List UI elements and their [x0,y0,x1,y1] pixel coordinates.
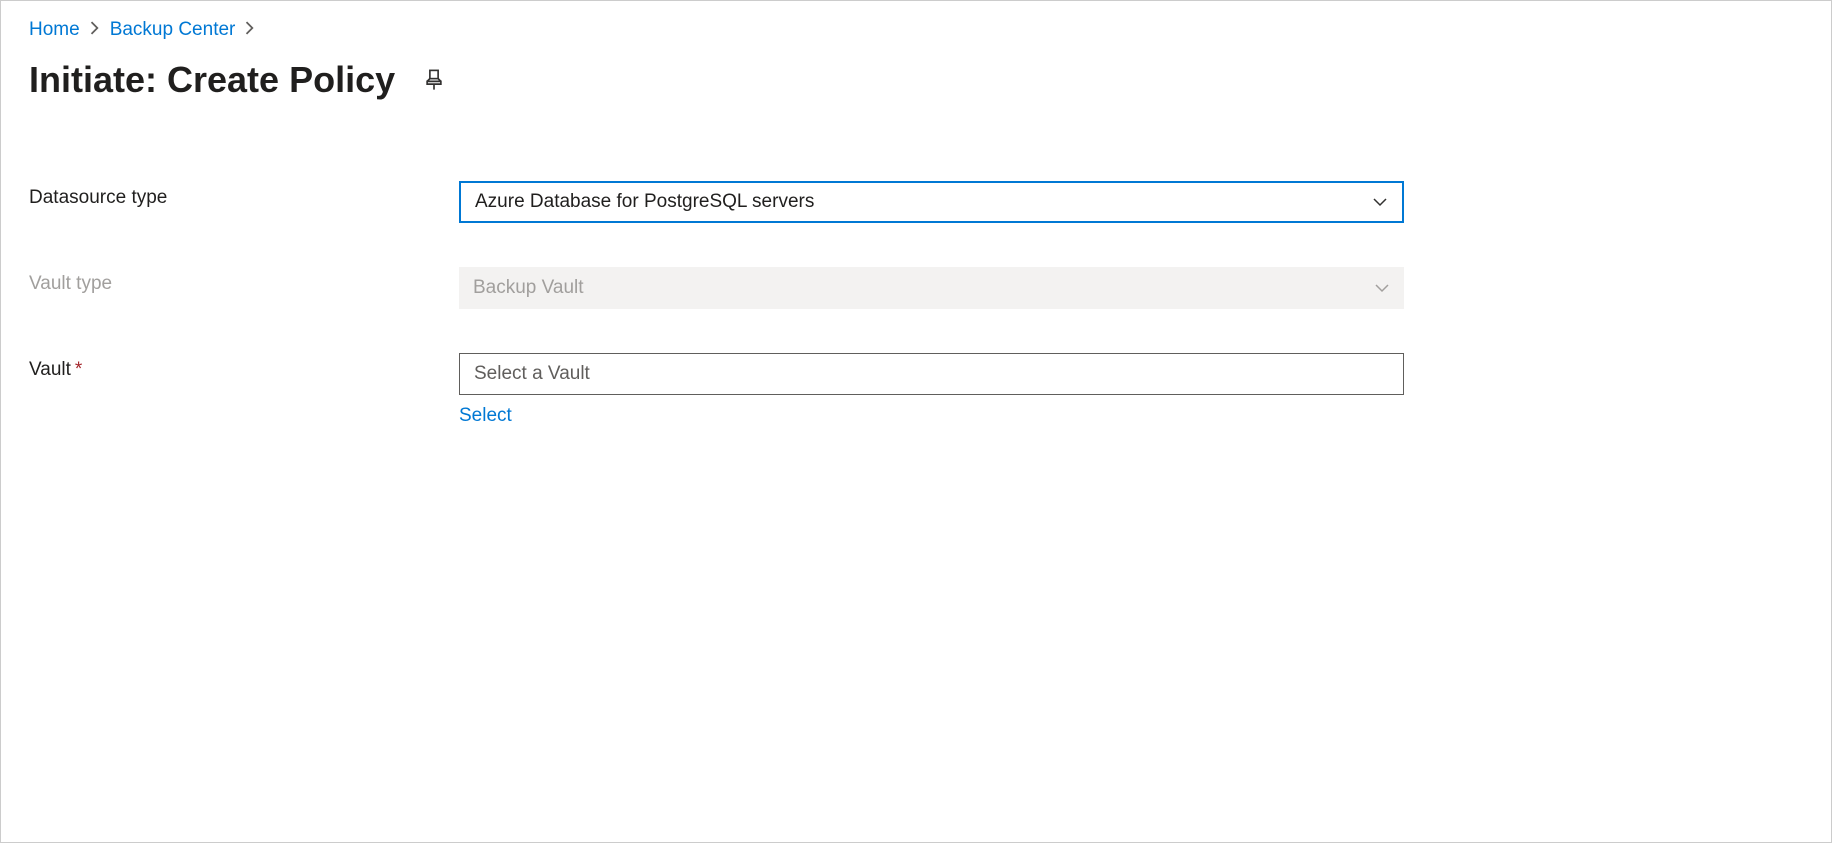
vault-select-link[interactable]: Select [459,405,512,427]
row-vault: Vault* Select a Vault Select [29,353,1803,427]
row-vault-type: Vault type Backup Vault [29,267,1803,309]
chevron-down-icon [1374,280,1390,296]
breadcrumb: Home Backup Center [29,19,1803,41]
breadcrumb-home[interactable]: Home [29,19,80,41]
label-vault-type: Vault type [29,267,459,295]
vault-type-select: Backup Vault [459,267,1404,309]
label-vault: Vault* [29,353,459,381]
row-datasource-type: Datasource type Azure Database for Postg… [29,181,1803,223]
datasource-type-value: Azure Database for PostgreSQL servers [475,191,814,213]
title-row: Initiate: Create Policy [29,59,1803,101]
vault-type-value: Backup Vault [473,277,584,299]
breadcrumb-separator-icon [90,21,100,40]
breadcrumb-separator-icon [245,21,255,40]
page-title: Initiate: Create Policy [29,59,395,101]
breadcrumb-backup-center[interactable]: Backup Center [110,19,236,41]
vault-input[interactable]: Select a Vault [459,353,1404,395]
datasource-type-select[interactable]: Azure Database for PostgreSQL servers [459,181,1404,223]
chevron-down-icon [1372,194,1388,210]
required-asterisk: * [75,359,82,380]
pin-icon[interactable] [423,69,445,91]
label-datasource-type: Datasource type [29,181,459,209]
vault-placeholder: Select a Vault [474,363,590,385]
